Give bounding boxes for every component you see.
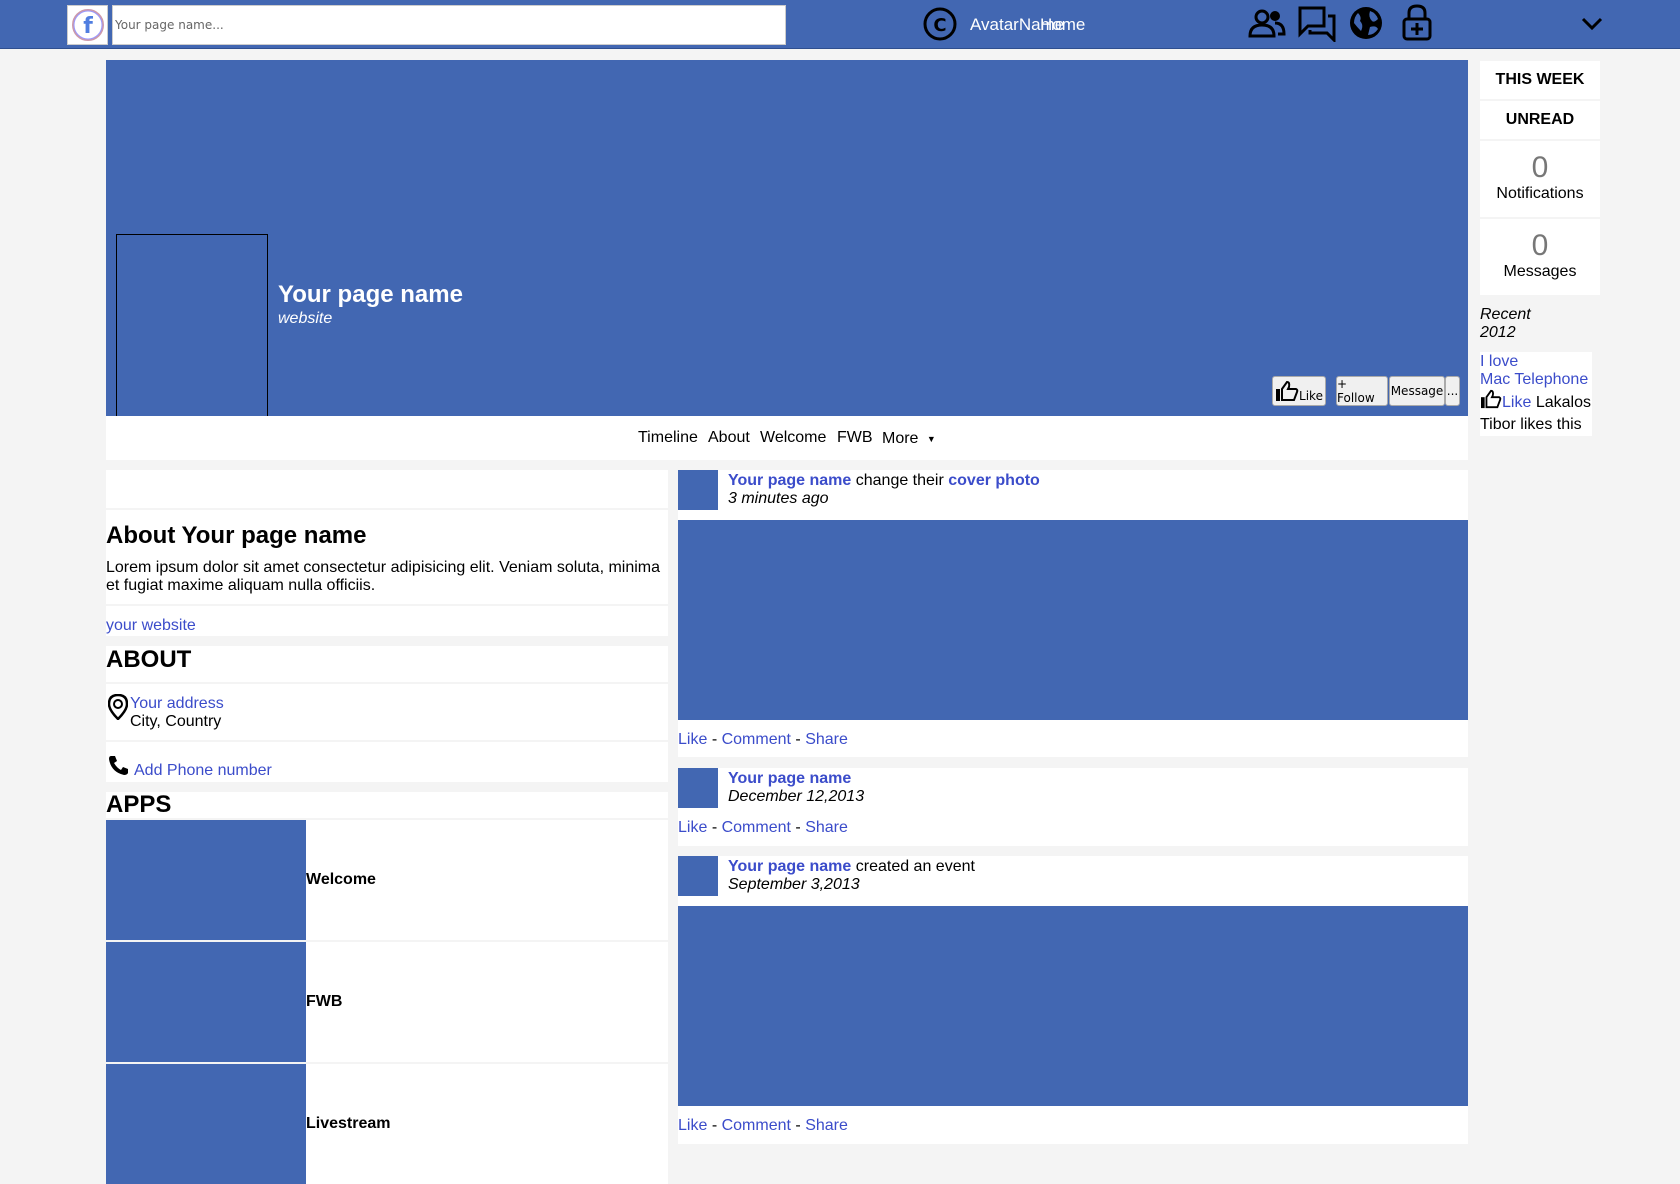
- messages-box[interactable]: 0 Messages: [1480, 219, 1600, 295]
- about-description: Lorem ipsum dolor sit amet consectetur a…: [106, 559, 661, 594]
- facebook-logo-icon[interactable]: f: [67, 5, 108, 45]
- profile-picture[interactable]: [116, 234, 268, 436]
- post-header: Your page name created an event: [728, 858, 975, 876]
- ad-likes-text: Tibor likes this: [1480, 416, 1582, 433]
- chevron-down-icon[interactable]: [1580, 13, 1604, 38]
- cover-photo-link[interactable]: cover photo: [948, 472, 1040, 489]
- apps-header: [106, 792, 668, 818]
- ad-like-link[interactable]: Like: [1502, 394, 1531, 411]
- tab-timeline[interactable]: Timeline: [638, 429, 698, 447]
- post-timestamp: September 3,2013: [728, 876, 860, 893]
- composer-placeholder: [106, 470, 668, 508]
- tab-more[interactable]: More ▼: [882, 430, 936, 448]
- app-label-welcome[interactable]: Welcome: [306, 871, 376, 889]
- post-actions: Like - Comment - Share: [678, 731, 848, 749]
- post-timestamp: 3 minutes ago: [728, 490, 829, 507]
- svg-text:f: f: [83, 14, 93, 39]
- post-timestamp: December 12,2013: [728, 788, 865, 805]
- recent-label: Recent: [1480, 306, 1531, 323]
- notifications-box[interactable]: 0 Notifications: [1480, 141, 1600, 217]
- post-header: Your page name: [728, 770, 851, 788]
- post-author-link[interactable]: Your page name: [728, 472, 851, 489]
- app-label-fwb[interactable]: FWB: [306, 993, 342, 1011]
- post-avatar[interactable]: [678, 470, 718, 510]
- tab-fwb[interactable]: FWB: [837, 429, 873, 447]
- like-button-label: Like: [1299, 389, 1323, 403]
- phone-icon: [108, 754, 130, 781]
- like-link[interactable]: Like: [678, 731, 707, 748]
- separator: -: [795, 731, 801, 748]
- separator: -: [711, 731, 718, 748]
- svg-text:C: C: [933, 15, 946, 36]
- messages-icon[interactable]: [1298, 6, 1336, 47]
- notifications-count: 0: [1531, 151, 1549, 184]
- recent-year[interactable]: 2012: [1480, 324, 1516, 342]
- ad-likes-name: Lakalos: [1535, 394, 1591, 411]
- about-section-title: ABOUT: [106, 646, 192, 673]
- ad-line-1[interactable]: I love: [1480, 353, 1518, 371]
- app-thumbnail[interactable]: [106, 942, 306, 1062]
- share-link[interactable]: Share: [805, 1117, 848, 1134]
- thumbs-up-icon[interactable]: [1480, 389, 1502, 409]
- ad-like-row: Like Lakalos: [1480, 389, 1591, 412]
- comment-link[interactable]: Comment: [722, 819, 791, 836]
- search-input[interactable]: [112, 5, 786, 45]
- cover-photo[interactable]: [106, 60, 1468, 416]
- app-thumbnail[interactable]: [106, 1064, 306, 1184]
- app-label-livestream[interactable]: Livestream: [306, 1115, 391, 1133]
- city-country: City, Country: [130, 713, 222, 730]
- like-link[interactable]: Like: [678, 1117, 707, 1134]
- like-link[interactable]: Like: [678, 819, 707, 836]
- location-pin-icon: [107, 693, 129, 725]
- about-title: About Your page name: [106, 522, 367, 549]
- comment-link[interactable]: Comment: [722, 1117, 791, 1134]
- post-actions: Like - Comment - Share: [678, 1117, 848, 1135]
- post-avatar[interactable]: [678, 768, 718, 808]
- share-link[interactable]: Share: [805, 819, 848, 836]
- more-options-button[interactable]: ...: [1445, 376, 1460, 406]
- lock-icon[interactable]: [1400, 3, 1434, 46]
- post-image[interactable]: [678, 906, 1468, 1106]
- separator: -: [795, 1117, 801, 1134]
- unread-tab[interactable]: UNREAD: [1480, 101, 1600, 139]
- thumbs-up-icon: [1276, 380, 1299, 401]
- post-avatar[interactable]: [678, 856, 718, 896]
- page-title: Your page name: [278, 281, 463, 308]
- address-link[interactable]: Your address: [130, 695, 224, 713]
- tab-welcome[interactable]: Welcome: [760, 429, 826, 447]
- apps-title: APPS: [106, 791, 172, 818]
- messages-label: Messages: [1503, 263, 1577, 280]
- separator: -: [711, 819, 718, 836]
- post-text: created an event: [851, 858, 975, 875]
- notifications-label: Notifications: [1496, 185, 1584, 202]
- share-link[interactable]: Share: [805, 731, 848, 748]
- app-thumbnail[interactable]: [106, 820, 306, 940]
- post-author-link[interactable]: Your page name: [728, 770, 851, 787]
- friends-icon[interactable]: [1248, 8, 1286, 43]
- follow-button[interactable]: + Follow: [1336, 376, 1388, 406]
- home-link[interactable]: Home: [1040, 15, 1085, 35]
- post-image[interactable]: [678, 520, 1468, 720]
- separator: -: [711, 1117, 718, 1134]
- post-text: change their: [851, 472, 949, 489]
- post-actions: Like - Comment - Share: [678, 819, 848, 837]
- tab-more-label: More: [882, 430, 919, 447]
- globe-icon[interactable]: [1348, 5, 1384, 46]
- messages-count: 0: [1531, 229, 1549, 262]
- dropdown-arrow-icon: ▼: [926, 433, 936, 444]
- message-button[interactable]: Message: [1389, 376, 1445, 406]
- add-phone-link[interactable]: Add Phone number: [134, 762, 272, 780]
- post-header: Your page name change their cover photo: [728, 472, 1040, 490]
- this-week-tab[interactable]: THIS WEEK: [1480, 61, 1600, 99]
- like-button[interactable]: Like: [1272, 376, 1326, 406]
- separator: -: [795, 819, 801, 836]
- tab-about[interactable]: About: [708, 429, 750, 447]
- copyright-icon[interactable]: C: [922, 6, 958, 47]
- comment-link[interactable]: Comment: [722, 731, 791, 748]
- page-website[interactable]: website: [278, 310, 332, 328]
- ad-line-2[interactable]: Mac Telephone: [1480, 371, 1588, 389]
- website-link[interactable]: your website: [106, 617, 196, 635]
- post-author-link[interactable]: Your page name: [728, 858, 851, 875]
